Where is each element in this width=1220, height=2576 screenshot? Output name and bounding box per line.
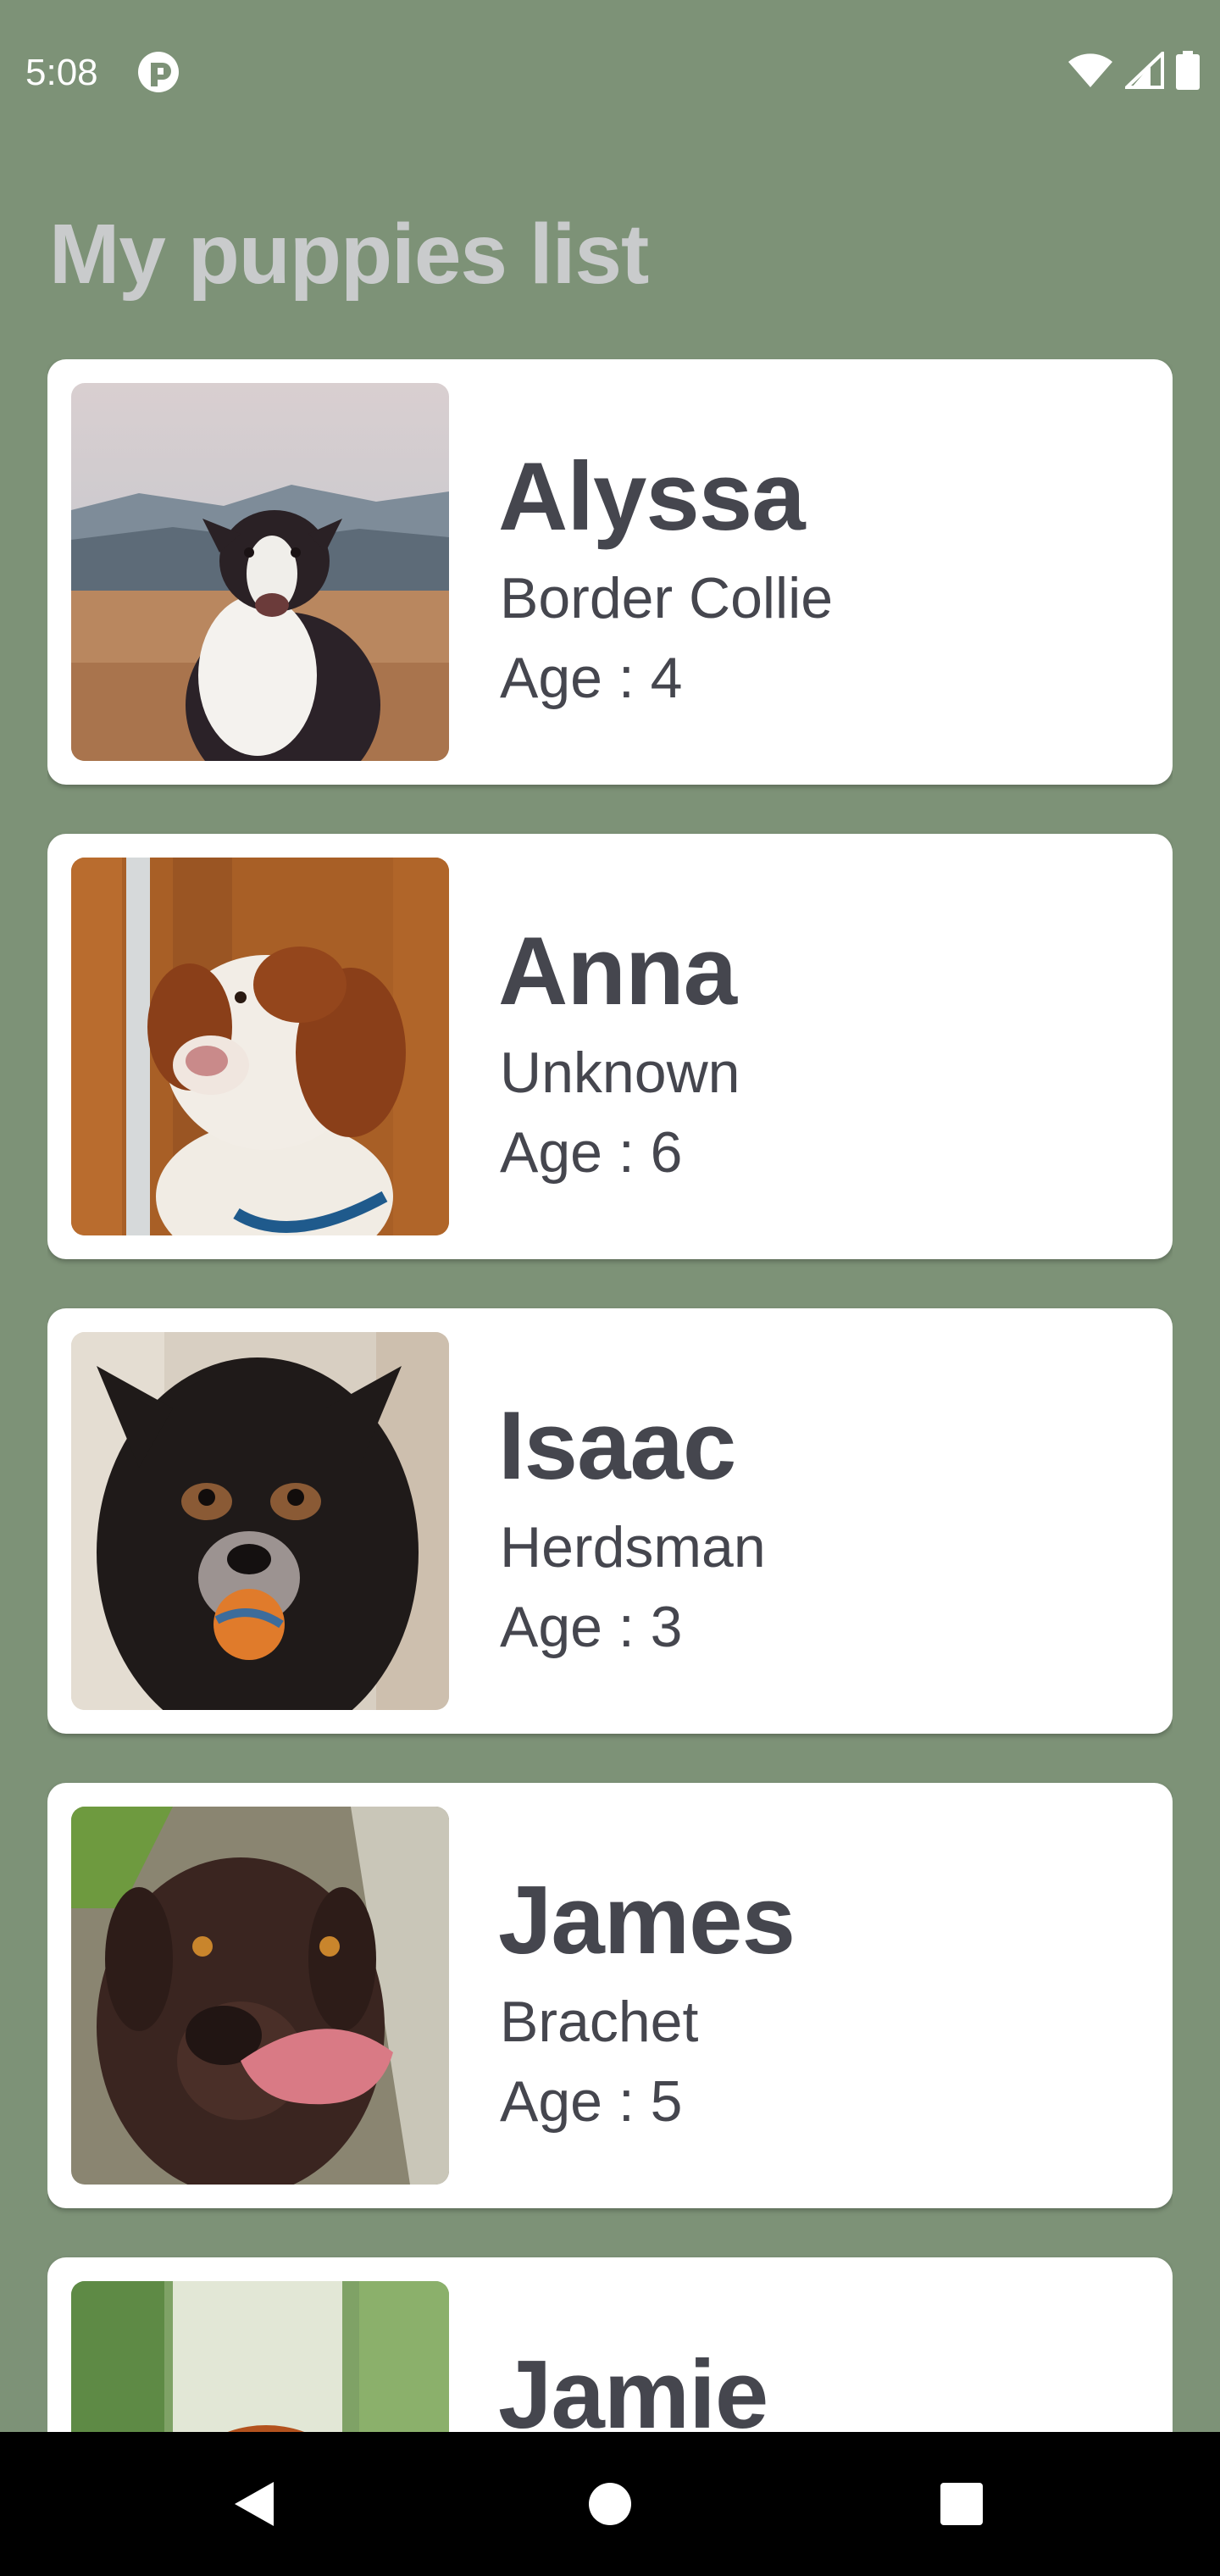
pet-name: James [498,1867,796,1974]
page-title: My puppies list [49,207,649,302]
puppy-card[interactable]: Anna Unknown Age : 6 [47,834,1173,1259]
status-time: 5:08 [25,52,98,93]
back-icon[interactable] [216,2466,292,2542]
pet-name: Isaac [498,1392,736,1500]
recents-icon[interactable] [923,2466,1000,2542]
puppy-card[interactable]: James Brachet Age : 5 [47,1783,1173,2208]
pet-breed: Herdsman [500,1515,766,1579]
pet-name: Anna [498,918,737,1025]
pet-age: Age : 4 [500,646,683,710]
pet-breed: Brachet [500,1990,699,2054]
pet-age: Age : 5 [500,2069,683,2134]
brown-white-dog-photo [71,858,449,1235]
puppy-card[interactable]: Alyssa Border Collie Age : 4 [47,359,1173,785]
red-dog-grass-photo [71,2281,449,2432]
status-bar: 5:08 [0,0,1220,144]
border-collie-photo [71,383,449,761]
battery-icon [1176,50,1200,94]
pet-name: Alyssa [498,443,806,551]
navigation-bar [0,2432,1220,2576]
black-dog-ball-photo [71,1332,449,1710]
puppy-card[interactable]: Jamie [47,2257,1173,2432]
app-notification-icon [137,51,180,93]
signal-icon [1123,48,1164,93]
home-icon[interactable] [572,2466,648,2542]
status-icons [1068,48,1200,94]
pet-age: Age : 3 [500,1595,683,1659]
pet-age: Age : 6 [500,1120,683,1185]
puppy-list[interactable]: Alyssa Border Collie Age : 4 Anna Unknow… [47,359,1173,2432]
puppy-card[interactable]: Isaac Herdsman Age : 3 [47,1308,1173,1734]
chocolate-dog-tongue-photo [71,1807,449,2185]
pet-breed: Border Collie [500,566,834,630]
pet-breed: Unknown [500,1041,740,1105]
pet-name: Jamie [498,2341,768,2432]
wifi-icon [1068,52,1113,93]
